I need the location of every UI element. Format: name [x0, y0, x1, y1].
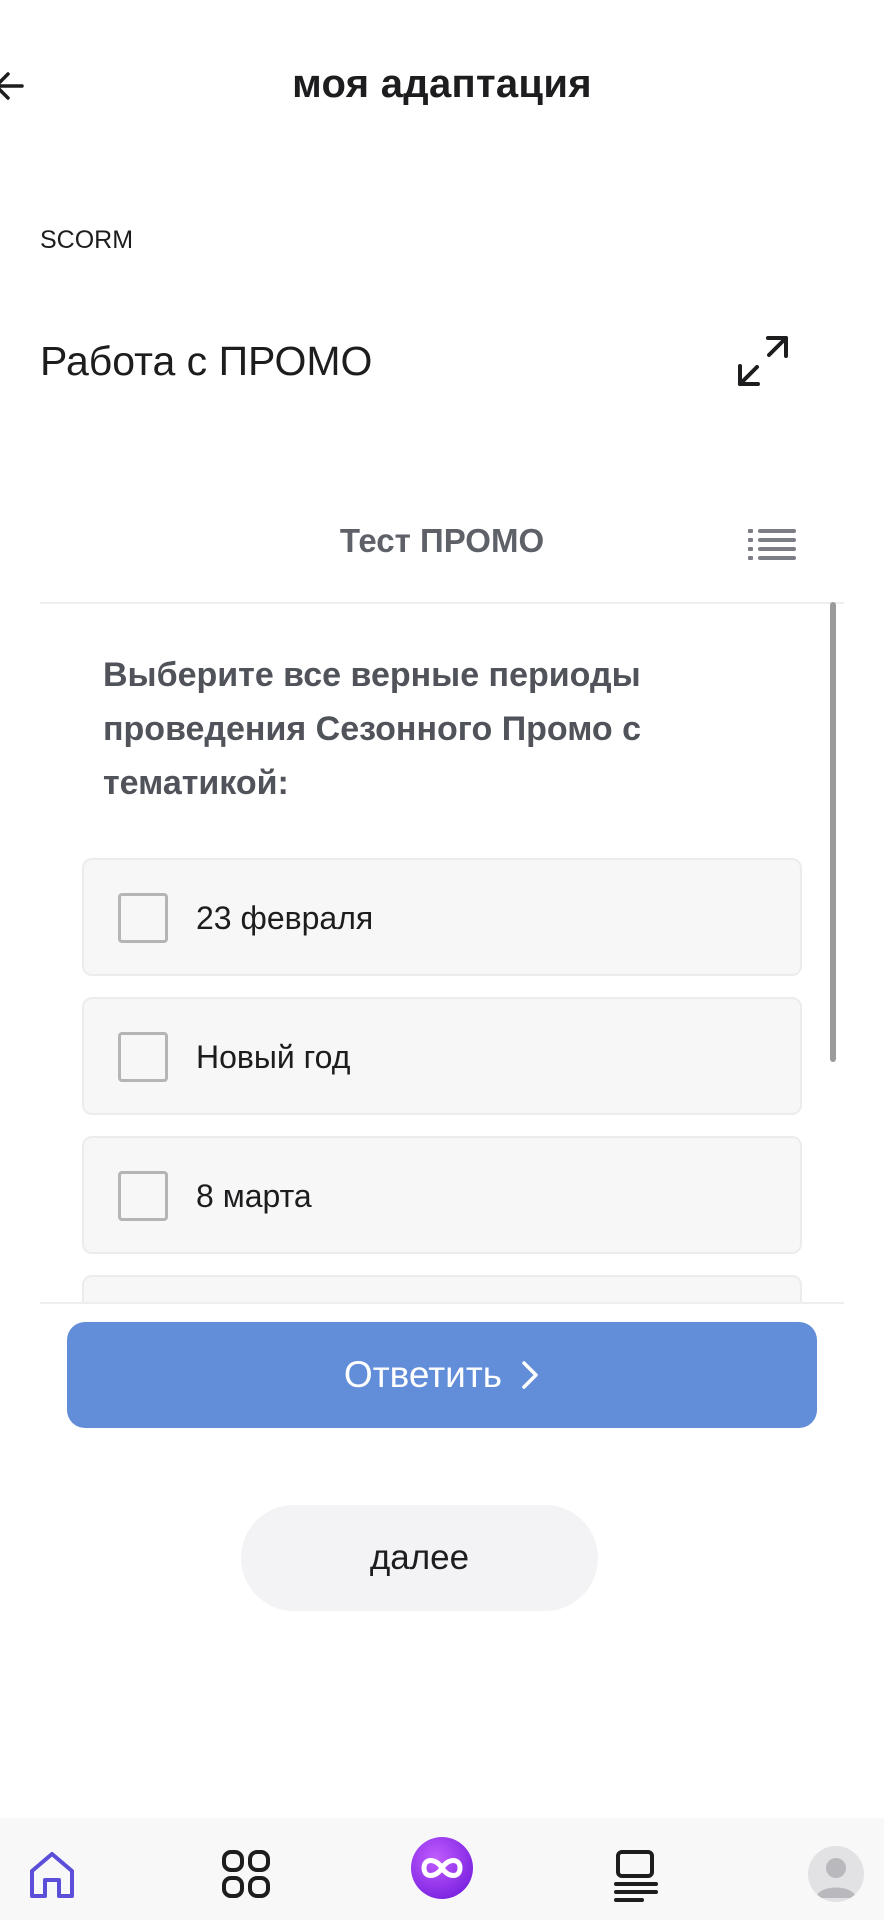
test-footer-divider — [40, 1302, 844, 1304]
profile-avatar[interactable] — [808, 1846, 864, 1902]
infinity-logo-icon[interactable] — [410, 1836, 474, 1900]
user-silhouette-icon — [816, 1858, 856, 1898]
answer-button-label: Ответить — [343, 1354, 503, 1395]
answer-button[interactable]: Ответить — [67, 1322, 817, 1428]
option-checkbox[interactable] — [118, 1171, 168, 1221]
chevron-right-icon — [522, 1361, 538, 1389]
question-text: Выберите все верные периоды проведения С… — [103, 656, 642, 802]
scrollbar[interactable] — [830, 602, 836, 1062]
home-icon[interactable] — [24, 1846, 80, 1902]
option-label: 23 февраля — [196, 900, 374, 936]
option-label: 8 марта — [196, 1178, 312, 1214]
expand-arrows-icon[interactable] — [736, 334, 790, 388]
option-label: Новый год — [196, 1039, 351, 1075]
next-button[interactable]: далее — [241, 1505, 598, 1611]
answer-option-partial[interactable] — [82, 1275, 802, 1302]
option-checkbox[interactable] — [118, 893, 168, 943]
apps-grid-icon[interactable] — [218, 1846, 274, 1902]
page-title: моя адаптация — [292, 62, 592, 106]
module-title: Работа с ПРОМО — [40, 338, 373, 384]
option-checkbox[interactable] — [118, 1032, 168, 1082]
bottom-navigation — [0, 1818, 884, 1920]
question-scroll-area[interactable]: Выберите все верные периоды проведения С… — [40, 604, 844, 1302]
answer-option[interactable]: Новый год — [82, 997, 802, 1115]
catalog-icon[interactable] — [608, 1846, 664, 1902]
answer-option[interactable]: 8 марта — [82, 1136, 802, 1254]
next-button-label: далее — [369, 1538, 470, 1577]
answer-option[interactable]: 23 февраля — [82, 858, 802, 976]
module-type-label: SCORM — [40, 226, 134, 254]
screen: моя адаптация SCORM Работа с ПРОМО Тест … — [0, 0, 884, 1920]
list-icon[interactable] — [748, 528, 796, 560]
